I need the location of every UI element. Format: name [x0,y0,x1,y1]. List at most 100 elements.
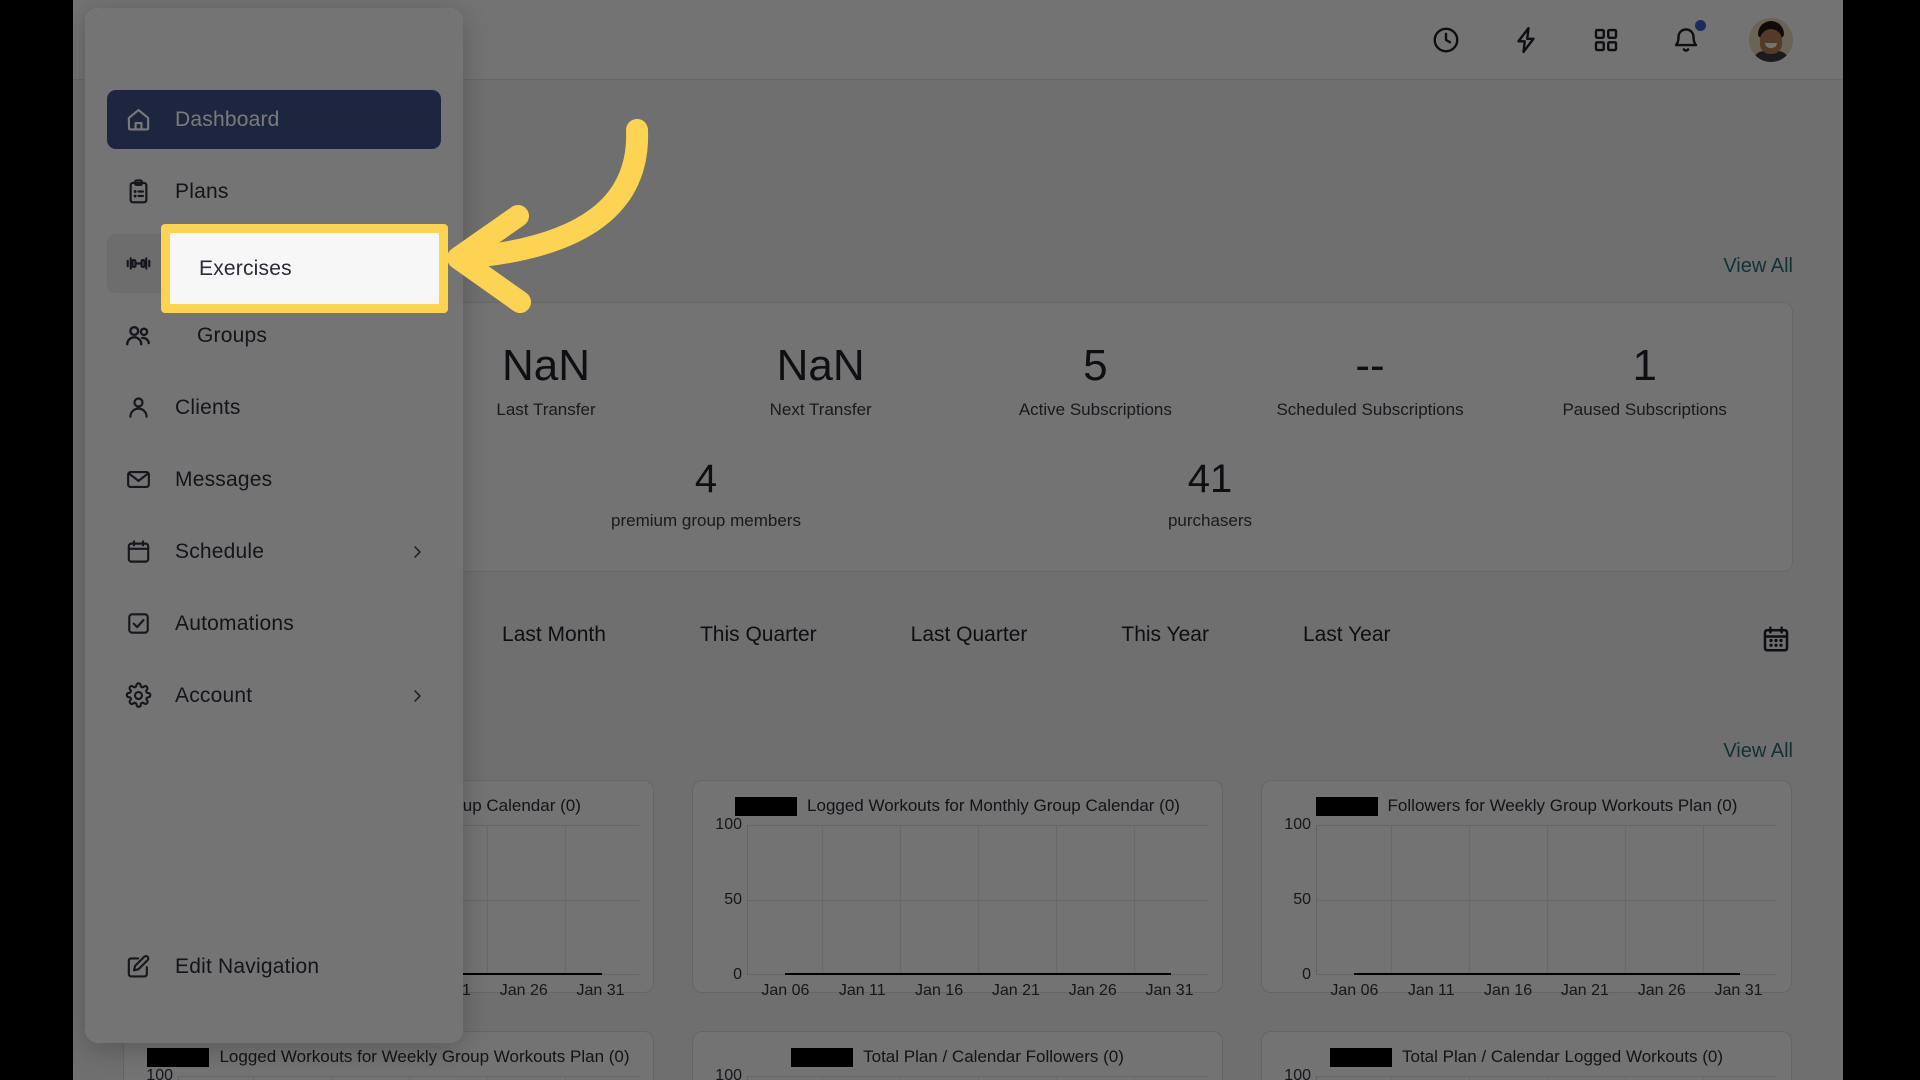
x-tick: Jan 11 [1407,982,1455,999]
avatar[interactable] [1749,17,1793,62]
chart-title: Total Plan / Calendar Followers (0) [863,1047,1124,1066]
sidebar-item-label: Messages [175,467,273,491]
view-all-stats-link[interactable]: View All [1723,255,1793,278]
chart-plot-area: 100 50 0 [146,1067,639,1080]
chart-title: Total Plan / Calendar Logged Workouts (0… [1402,1047,1723,1066]
x-tick: Jan 31 [1714,982,1763,999]
sidebar-item-label: Dashboard [175,107,280,131]
sidebar-nav-list: Dashboard Plans Exercises Groups [85,90,463,738]
chevron-right-icon [409,544,425,560]
sidebar-item-automations[interactable]: Automations [107,594,441,653]
legend-swatch [1315,796,1378,816]
x-tick: Jan 26 [1637,982,1686,999]
letterbox-left [0,0,73,1080]
annotation-highlight-box: Exercises [161,224,448,313]
stat-label: Next Transfer [769,400,872,420]
bell-icon[interactable] [1669,19,1706,57]
x-tick: Jan 31 [576,982,625,999]
tab-this-quarter[interactable]: This Quarter [698,617,819,661]
chart-title: Logged Workouts for Weekly Group Workout… [219,1047,630,1066]
stat-label: purchasers [1167,511,1253,531]
stat-value: 1 [1632,340,1657,390]
stat-label: Active Subscriptions [1018,400,1172,420]
annotation-highlight-label: Exercises [199,256,292,280]
sidebar-footer: Edit Navigation [85,937,463,1043]
x-tick: Jan 21 [991,982,1040,999]
people-icon [126,325,150,345]
y-tick: 100 [1284,816,1311,833]
x-tick: Jan 26 [1068,982,1117,999]
sidebar-item-messages[interactable]: Messages [107,450,441,509]
annotation-highlight-inner[interactable]: Exercises [170,233,439,304]
sidebar-item-dashboard[interactable]: Dashboard [107,90,441,149]
sidebar-item-schedule[interactable]: Schedule [107,522,441,581]
chart-series-line [784,973,1172,975]
chart-card[interactable]: Total Plan / Calendar Followers (0) 100 … [692,1031,1223,1080]
sidebar-item-groups[interactable]: Groups [107,306,441,365]
x-tick: Jan 16 [915,982,964,999]
y-tick: 100 [1284,1067,1311,1080]
chart-card[interactable]: Logged Workouts for Monthly Group Calend… [692,780,1223,999]
legend-swatch [735,796,798,816]
tab-last-quarter[interactable]: Last Quarter [909,617,1030,661]
stat-value: 4 [694,457,718,502]
grid-apps-icon[interactable] [1589,23,1623,57]
stat-purchasers: 41 purchasers [958,456,1462,533]
dumbbell-icon [123,249,153,279]
calendar-picker-icon[interactable] [1759,622,1793,656]
chart-legend: Logged Workouts for Monthly Group Calend… [707,793,1208,819]
tab-last-year[interactable]: Last Year [1301,617,1393,661]
chart-legend: Logged Workouts for Weekly Group Workout… [138,1044,639,1070]
lightning-icon[interactable] [1509,23,1543,57]
chart-plot-area: 100 50 0 [715,816,1208,983]
letterbox-right [1843,0,1920,1080]
tab-last-month[interactable]: Last Month [500,617,608,661]
stat-scheduled-subscriptions: -- Scheduled Subscriptions [1233,341,1508,423]
sidebar-item-label: Clients [175,395,241,419]
calendar-icon [123,537,153,567]
sidebar-item-edit-navigation[interactable]: Edit Navigation [107,937,441,996]
y-tick: 50 [1293,891,1311,908]
checkbox-icon [123,609,153,639]
person-icon [123,393,153,423]
chart-title: Logged Workouts for Monthly Group Calend… [807,796,1180,815]
chart-plot-area: 100 50 0 [715,1067,1208,1080]
x-tick: Jan 16 [1484,982,1533,999]
y-tick: 100 [715,816,742,833]
sidebar-item-clients[interactable]: Clients [107,378,441,437]
chart-series-line [1353,973,1741,975]
sidebar-item-account[interactable]: Account [107,666,441,725]
y-tick: 0 [1302,966,1311,983]
stat-value: 41 [1187,457,1233,502]
legend-swatch [791,1047,854,1067]
envelope-icon [123,465,153,495]
stat-paused-subscriptions: 1 Paused Subscriptions [1507,341,1782,423]
stat-value: -- [1355,340,1385,390]
sidebar-item-label: Plans [175,179,229,203]
chart-card[interactable]: Total Plan / Calendar Logged Workouts (0… [1261,1031,1792,1080]
x-tick: Jan 11 [838,982,886,999]
pencil-square-icon [123,952,153,982]
view-all-charts-link[interactable]: View All [1723,740,1793,763]
chart-legend: Total Plan / Calendar Followers (0) [707,1044,1208,1070]
navigation-drawer: Dashboard Plans Exercises Groups [85,8,463,1043]
stat-label: Paused Subscriptions [1562,400,1727,420]
stat-label: premium group members [611,511,801,531]
stat-next-transfer: NaN Next Transfer [683,341,958,423]
sidebar-item-label: Groups [197,323,268,347]
legend-swatch [147,1047,210,1067]
y-tick: 50 [724,891,742,908]
avatar-face [1760,28,1782,54]
chart-card[interactable]: Followers for Weekly Group Workouts Plan… [1261,780,1792,999]
x-tick: Jan 06 [761,982,810,999]
clock-icon[interactable] [1429,23,1463,57]
clipboard-icon [123,177,153,207]
gear-icon [123,681,153,711]
legend-swatch [1330,1047,1392,1067]
tab-this-year[interactable]: This Year [1119,617,1211,661]
y-tick: 100 [715,1067,742,1080]
stat-label: Scheduled Subscriptions [1276,400,1464,420]
sidebar-item-label: Account [175,683,253,707]
sidebar-item-plans[interactable]: Plans [107,162,441,221]
chevron-right-icon [409,688,425,704]
